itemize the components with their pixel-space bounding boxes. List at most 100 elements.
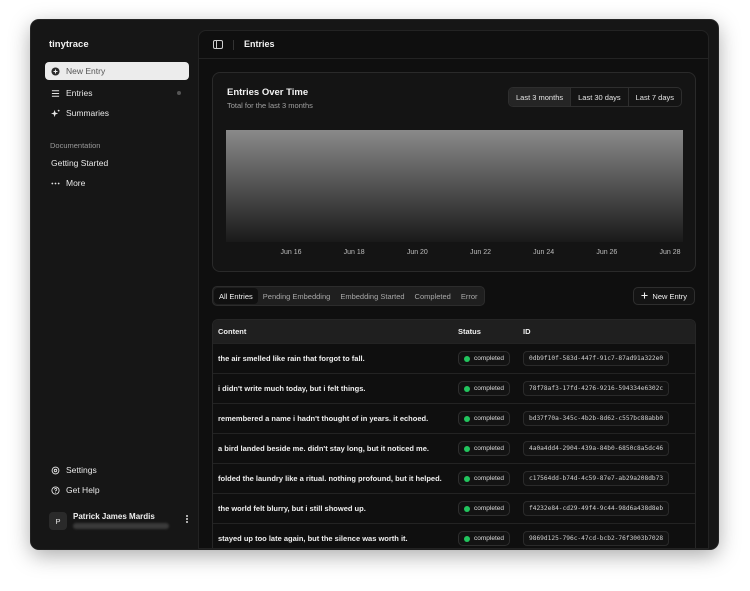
- sidebar-item-label: Get Help: [66, 485, 100, 495]
- status-badge: completed: [458, 441, 510, 456]
- topbar: Entries: [199, 31, 708, 59]
- table-header: Content Status ID: [213, 320, 695, 343]
- entries-table: Content Status ID the air smelled like r…: [212, 319, 696, 548]
- new-entry-button[interactable]: New Entry: [633, 287, 695, 305]
- entry-id: c17564dd-b74d-4c59-87e7-ab29a208db73: [523, 471, 670, 486]
- entry-content: the world felt blurry, but i still showe…: [218, 504, 366, 513]
- entries-chart-card: Entries Over Time Total for the last 3 m…: [212, 72, 696, 272]
- x-tick-label: Jun 24: [533, 249, 554, 256]
- entry-content: i didn't write much today, but i felt th…: [218, 384, 366, 393]
- entry-content: folded the laundry like a ritual. nothin…: [218, 474, 442, 483]
- status-filter-tabs: All Entries Pending Embedding Embedding …: [212, 286, 485, 306]
- x-tick-label: Jun 26: [596, 249, 617, 256]
- table-row[interactable]: the world felt blurry, but i still showe…: [213, 493, 695, 523]
- entry-content: stayed up too late again, but the silenc…: [218, 534, 408, 543]
- status-badge: completed: [458, 381, 510, 396]
- status-badge: completed: [458, 531, 510, 546]
- new-entry-sidebar-button[interactable]: New Entry: [45, 62, 189, 80]
- range-last-3-months[interactable]: Last 3 months: [509, 88, 571, 106]
- sparkles-icon: [51, 109, 60, 118]
- table-row[interactable]: folded the laundry like a ritual. nothin…: [213, 463, 695, 493]
- status-dot: [464, 355, 470, 362]
- range-last-30-days[interactable]: Last 30 days: [570, 88, 628, 106]
- app-window: tinytrace New Entry Entries Summaries Do…: [31, 20, 718, 549]
- x-axis-ticks: Jun 16 Jun 18 Jun 20 Jun 22 Jun 24 Jun 26 Jun …: [280, 249, 680, 256]
- range-last-7-days[interactable]: Last 7 days: [627, 88, 681, 106]
- entry-content: the air smelled like rain that forgot to…: [218, 354, 365, 363]
- status-text: completed: [474, 415, 504, 422]
- x-tick-label: Jun 20: [407, 249, 428, 256]
- entries-area-chart: Jun 16 Jun 18 Jun 20 Jun 22 Jun 24 Jun 26 Jun …: [226, 130, 683, 256]
- status-dot: [464, 445, 470, 452]
- entry-id: 0db9f10f-583d-447f-91c7-87ad91a322e0: [523, 351, 670, 366]
- table-row[interactable]: remembered a name i hadn't thought of in…: [213, 403, 695, 433]
- sidebar-item-summaries[interactable]: Summaries: [45, 104, 189, 122]
- divider: [233, 40, 234, 50]
- sidebar-item-label: Getting Started: [51, 158, 109, 168]
- new-entry-button-label: New Entry: [652, 291, 687, 301]
- entry-content: remembered a name i hadn't thought of in…: [218, 414, 429, 423]
- entry-content: a bird landed beside me. didn't stay lon…: [218, 444, 429, 453]
- filter-all-entries[interactable]: All Entries: [214, 288, 258, 304]
- status-text: completed: [474, 385, 504, 392]
- plus-circle-icon: [51, 66, 60, 76]
- entry-id: bd37f70a-345c-4b2b-8d62-c557bc88abb0: [523, 411, 670, 426]
- sidebar-toggle-icon[interactable]: [213, 40, 223, 49]
- filter-completed[interactable]: Completed: [410, 288, 456, 304]
- sidebar-item-label: Summaries: [66, 108, 109, 118]
- table-row[interactable]: i didn't write much today, but i felt th…: [213, 373, 695, 403]
- status-text: completed: [474, 445, 504, 452]
- chart-area-fill: [226, 130, 683, 242]
- user-email-redacted: [73, 523, 169, 529]
- table-row[interactable]: a bird landed beside me. didn't stay lon…: [213, 433, 695, 463]
- table-row[interactable]: stayed up too late again, but the silenc…: [213, 523, 695, 548]
- more-vertical-icon[interactable]: [185, 514, 189, 527]
- sidebar-item-label: More: [66, 178, 86, 188]
- sidebar-item-more[interactable]: More: [45, 174, 189, 192]
- status-dot: [464, 535, 470, 542]
- user-profile[interactable]: P Patrick James Mardis: [49, 511, 189, 533]
- column-header-status[interactable]: Status: [458, 327, 481, 336]
- ellipsis-icon: [51, 179, 60, 188]
- documentation-section-label: Documentation: [50, 141, 101, 150]
- gear-icon: [51, 466, 60, 475]
- user-name: Patrick James Mardis: [73, 512, 155, 521]
- filter-pending-embedding[interactable]: Pending Embedding: [258, 288, 336, 304]
- new-entry-label: New Entry: [66, 66, 106, 76]
- range-selector: Last 3 months Last 30 days Last 7 days: [508, 87, 682, 107]
- entry-id: 4a0a4dd4-2904-439a-84b0-6850c8a5dc46: [523, 441, 670, 456]
- column-header-id[interactable]: ID: [523, 327, 531, 336]
- entry-id: f4232e84-cd29-49f4-9c44-98d6a438d8eb: [523, 501, 670, 516]
- filter-error[interactable]: Error: [456, 288, 483, 304]
- status-text: completed: [474, 475, 504, 482]
- sidebar: tinytrace New Entry Entries Summaries Do…: [31, 20, 198, 549]
- plus-icon: [641, 291, 648, 301]
- sidebar-item-entries[interactable]: Entries: [45, 84, 189, 102]
- entry-id: 9869d125-796c-47cd-bcb2-76f3003b7028: [523, 531, 670, 546]
- status-badge: completed: [458, 471, 510, 486]
- sidebar-item-label: Entries: [66, 88, 93, 98]
- status-text: completed: [474, 505, 504, 512]
- filter-embedding-started[interactable]: Embedding Started: [335, 288, 409, 304]
- sidebar-item-getting-started[interactable]: Getting Started: [45, 154, 189, 172]
- sidebar-item-settings[interactable]: Settings: [45, 461, 189, 479]
- status-badge: completed: [458, 411, 510, 426]
- page-title: Entries: [244, 39, 275, 49]
- app-logo-text: tinytrace: [49, 39, 89, 50]
- status-dot: [464, 385, 470, 392]
- active-indicator: [177, 91, 181, 95]
- column-header-content[interactable]: Content: [218, 327, 246, 336]
- table-row[interactable]: the air smelled like rain that forgot to…: [213, 343, 695, 373]
- entry-id: 78f78af3-17fd-4276-9216-594334e6302c: [523, 381, 670, 396]
- x-tick-label: Jun 16: [280, 249, 301, 256]
- x-tick-label: Jun 18: [344, 249, 365, 256]
- main-panel: Entries Entries Over Time Total for the …: [198, 30, 709, 549]
- status-text: completed: [474, 535, 504, 542]
- table-body: the air smelled like rain that forgot to…: [213, 343, 695, 548]
- sidebar-item-get-help[interactable]: Get Help: [45, 481, 189, 499]
- list-icon: [51, 89, 60, 98]
- chart-subtitle: Total for the last 3 months: [227, 101, 313, 110]
- status-badge: completed: [458, 501, 510, 516]
- status-badge: completed: [458, 351, 510, 366]
- avatar: P: [49, 512, 67, 530]
